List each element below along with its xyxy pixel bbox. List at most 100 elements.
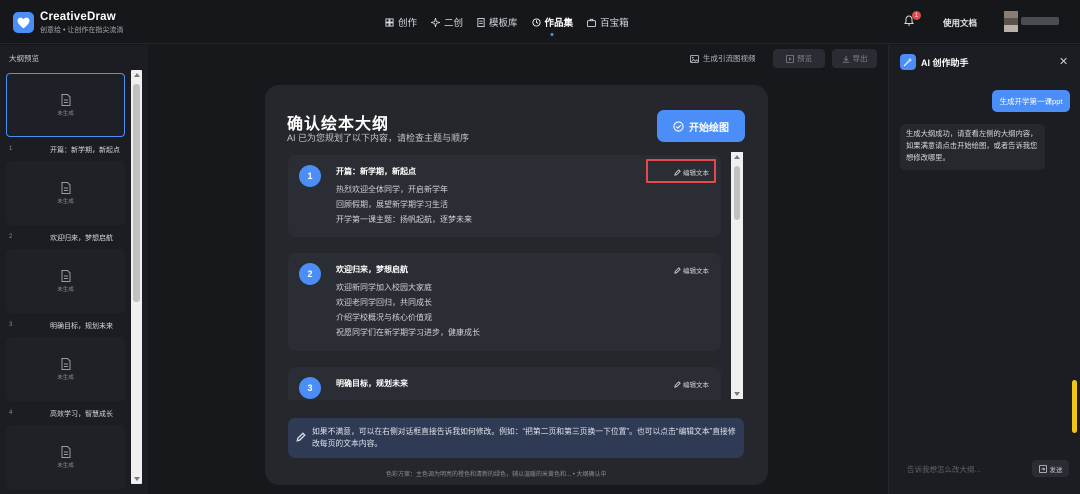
preview-label: 预览 xyxy=(797,54,812,63)
document-icon xyxy=(61,181,70,194)
edit-text-button[interactable]: 编辑文本 xyxy=(674,379,709,389)
logo-heart-icon[interactable] xyxy=(13,12,34,33)
document-icon xyxy=(61,357,70,370)
page-thumbnail[interactable]: 未生成 xyxy=(6,425,125,489)
toolbox-icon xyxy=(587,18,597,27)
section-line: 热烈欢迎全体同学，开启新学年 xyxy=(336,185,448,194)
scroll-down-arrow-icon[interactable] xyxy=(734,392,740,396)
section-number: 3 xyxy=(299,377,321,399)
assistant-title: AI 创作助手 xyxy=(921,58,969,68)
generate-video-button[interactable]: 生成引流图视频 xyxy=(690,53,756,64)
page-thumbnail[interactable]: 未生成 xyxy=(6,249,125,313)
scrollbar-thumb[interactable] xyxy=(133,84,140,302)
thumbnail-status: 未生成 xyxy=(57,374,74,381)
section-line: 介绍学校概况与核心价值观 xyxy=(336,313,432,322)
top-bar: CreativeDraw 创意绘 • 让创作在指尖流淌 创作 二创 模板库 作品… xyxy=(0,0,1080,44)
thumbnail-status: 未生成 xyxy=(57,110,74,117)
scroll-up-arrow-icon[interactable] xyxy=(134,73,140,77)
color-scheme-note: 色彩方案：主色调为明亮的橙色和清新的绿色，辅以温暖的米黄色和... xyxy=(386,472,572,478)
nav-label: 模板库 xyxy=(489,18,518,29)
section-title: 开篇：新学期，新起点 xyxy=(336,167,416,176)
scroll-up-arrow-icon[interactable] xyxy=(734,155,740,159)
outline-page-row[interactable]: 1 开篇：新学期，新起点 xyxy=(6,137,128,161)
section-title: 明确目标，规划未来 xyxy=(336,379,408,388)
brand-name: CreativeDraw xyxy=(40,11,116,23)
start-drawing-button[interactable]: 开始绘图 xyxy=(657,110,745,142)
outline-sections: 1 开篇：新学期，新起点 热烈欢迎全体同学，开启新学年 回顾假期，展望新学期学习… xyxy=(288,155,721,400)
edit-text-button[interactable]: 编辑文本 xyxy=(674,265,709,275)
page-title: 开篇：新学期，新起点 xyxy=(50,147,120,154)
user-name-blurred[interactable] xyxy=(1021,17,1059,25)
brand-tagline: 创意绘 • 让创作在指尖流淌 xyxy=(40,27,124,34)
send-icon xyxy=(1038,464,1047,473)
document-icon xyxy=(61,269,70,282)
nav-label: 创作 xyxy=(398,18,418,29)
document-icon xyxy=(477,17,485,27)
outline-section: 2 欢迎归来，梦想启航 欢迎新同学加入校园大家庭 欢迎老同学回归，共同成长 介绍… xyxy=(288,253,721,351)
nav-item-templates[interactable]: 模板库 xyxy=(477,15,518,29)
section-line: 回顾假期，展望新学期学习生活 xyxy=(336,200,448,209)
document-icon xyxy=(61,445,70,458)
section-line: 欢迎老同学回归，共同成长 xyxy=(336,298,432,307)
outline-status: 大纲确认中 xyxy=(576,472,607,478)
outline-page-row[interactable]: 3 明确目标，规划未来 xyxy=(6,313,128,337)
nav-label: 百宝箱 xyxy=(600,18,629,29)
page-title: 明确目标，规划未来 xyxy=(50,323,113,330)
generate-video-label: 生成引流图视频 xyxy=(703,54,756,63)
page-thumbnail[interactable]: 未生成 xyxy=(6,161,125,225)
section-title: 欢迎归来，梦想启航 xyxy=(336,265,408,274)
page-number: 3 xyxy=(9,322,13,328)
scrollbar-thumb[interactable] xyxy=(734,166,740,220)
section-number: 2 xyxy=(299,263,321,285)
page-thumbnail[interactable]: 未生成 xyxy=(6,337,125,401)
scroll-down-arrow-icon[interactable] xyxy=(134,477,140,481)
page-thumbnail[interactable]: 未生成 xyxy=(6,73,125,137)
user-message: 生成开学第一课ppt xyxy=(992,90,1070,112)
image-icon xyxy=(690,54,699,63)
preview-button[interactable]: 预览 xyxy=(773,49,825,68)
outline-card-scrollbar[interactable] xyxy=(731,152,743,399)
avatar[interactable] xyxy=(1004,11,1018,32)
outline-page-row[interactable]: 4 高效学习，智慧成长 xyxy=(6,401,128,425)
export-button[interactable]: 导出 xyxy=(832,49,877,68)
play-icon xyxy=(786,54,794,63)
pencil-icon xyxy=(674,380,681,388)
history-icon xyxy=(531,17,541,27)
section-line: 祝愿同学们在新学期学习进步，健康成长 xyxy=(336,328,480,337)
outline-page-row[interactable]: 2 欢迎归来，梦想启航 xyxy=(6,225,128,249)
nav-item-portfolio[interactable]: 作品集 xyxy=(531,15,574,29)
outline-preview-title: 大纲预览 xyxy=(9,54,39,63)
outline-scrollbar[interactable] xyxy=(131,70,142,484)
ai-assistant-panel: AI 创作助手 ✕ 生成开学第一课ppt 生成大纲成功，请查看左侧的大纲内容，如… xyxy=(888,45,1080,494)
nav-label: 作品集 xyxy=(544,18,574,29)
outline-preview-panel: 大纲预览 未生成 1 开篇：新学期，新起点 未生成 2 欢迎归来，梦想启航 未生… xyxy=(0,45,148,494)
edit-text-highlight-box xyxy=(646,159,716,183)
nav-item-remix[interactable]: 二创 xyxy=(431,15,463,29)
thumbnail-status: 未生成 xyxy=(57,198,74,205)
page-number: 4 xyxy=(9,410,13,416)
page-title: 高效学习，智慧成长 xyxy=(50,411,113,418)
edit-text-label: 编辑文本 xyxy=(683,268,709,275)
section-line: 开学第一课主题：扬帆起航，逐梦未来 xyxy=(336,215,472,224)
docs-link[interactable]: 使用文档 xyxy=(943,17,977,29)
sparkle-icon xyxy=(431,17,441,27)
notification-button[interactable]: 1 xyxy=(903,11,921,32)
chat-input[interactable]: 告诉我想怎么改大纲... xyxy=(907,464,981,475)
chat-scrollbar[interactable] xyxy=(1072,380,1077,433)
main-nav: 创作 二创 模板库 作品集 百宝箱 xyxy=(385,15,629,29)
card-subtitle: AI 已为您规划了以下内容，请检查主题与顺序 xyxy=(287,133,470,143)
download-icon xyxy=(842,55,849,63)
close-icon[interactable]: ✕ xyxy=(1059,55,1068,68)
notification-badge: 1 xyxy=(912,11,921,20)
outline-section: 3 明确目标，规划未来 编辑文本 xyxy=(288,367,721,400)
assistant-message: 生成大纲成功，请查看左侧的大纲内容，如果满意请点击开始绘图，或者告诉我您想修改哪… xyxy=(900,124,1045,170)
edit-tip-banner: 如果不满意，可以在右侧对话框直接告诉我如何修改。例如：“把第二页和第三页换一下位… xyxy=(288,418,744,458)
send-button[interactable]: 发送 xyxy=(1032,460,1069,477)
nav-item-toolbox[interactable]: 百宝箱 xyxy=(587,15,629,29)
nav-item-create[interactable]: 创作 xyxy=(385,15,417,29)
footer-note: 色彩方案：主色调为明亮的橙色和清新的绿色，辅以温暖的米黄色和... • 大纲确认… xyxy=(386,469,606,478)
section-line: 欢迎新同学加入校园大家庭 xyxy=(336,283,432,292)
grid-icon xyxy=(385,17,394,27)
document-icon xyxy=(61,93,70,106)
pencil-icon xyxy=(674,266,681,274)
